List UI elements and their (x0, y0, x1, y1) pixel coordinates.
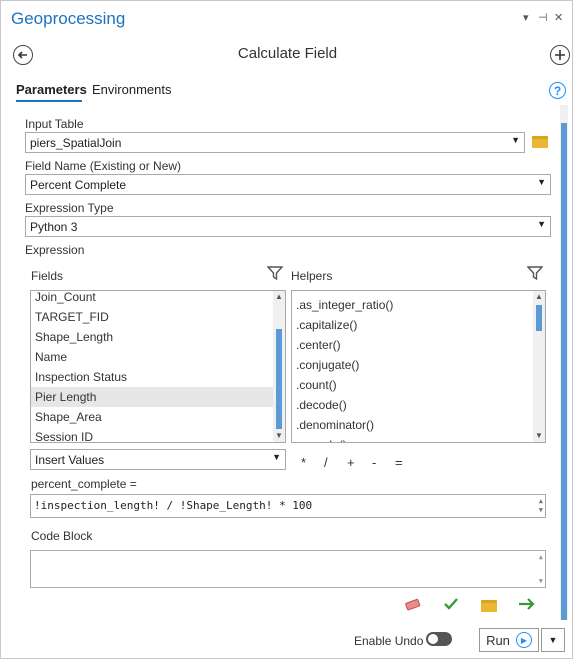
helpers-filter-icon[interactable] (526, 265, 544, 284)
field-item[interactable]: Session ID (31, 427, 273, 442)
operator-divide-button[interactable]: / (324, 455, 328, 470)
run-label: Run (486, 632, 510, 648)
input-table-combo[interactable]: piers_SpatialJoin ▼ (25, 132, 525, 153)
expression-label: Expression (25, 243, 85, 257)
toggle-knob (428, 634, 438, 644)
code-block-scroll-arrows[interactable]: ▲ ▼ (539, 553, 543, 585)
field-item[interactable]: Shape_Length (31, 327, 273, 347)
pane-title: Geoprocessing (11, 9, 126, 28)
field-item[interactable]: Inspection Status (31, 367, 273, 387)
helpers-label: Helpers (291, 269, 333, 283)
expression-scroll-arrows[interactable]: ▲ ▼ (539, 497, 543, 515)
tab-parameters[interactable]: Parameters (16, 82, 87, 97)
operator-subtract-button[interactable]: - (372, 455, 376, 470)
verify-check-icon[interactable] (443, 597, 459, 614)
expression-type-label: Expression Type (25, 201, 114, 215)
active-tab-underline (16, 100, 82, 102)
tab-environments[interactable]: Environments (92, 82, 171, 97)
operator-equals-button[interactable]: = (395, 455, 403, 470)
fields-filter-icon[interactable] (266, 265, 284, 284)
field-item[interactable]: Join_Count (31, 291, 273, 307)
field-name-value: Percent Complete (30, 178, 127, 192)
expression-type-value: Python 3 (30, 220, 78, 234)
helper-item[interactable]: .denominator() (292, 415, 533, 435)
field-item[interactable]: Shape_Area (31, 407, 273, 427)
chevron-down-icon: ▼ (537, 177, 546, 187)
scroll-down-icon[interactable]: ▼ (533, 430, 545, 442)
load-expression-folder-icon[interactable] (481, 600, 497, 612)
run-options-chevron-down-icon[interactable]: ▼ (541, 628, 565, 652)
add-circle-icon[interactable] (550, 45, 570, 65)
expression-input[interactable]: !inspection_length! / !Shape_Length! * 1… (30, 494, 546, 518)
eraser-icon[interactable] (404, 596, 422, 615)
enable-undo-label: Enable Undo (354, 634, 424, 648)
helper-item[interactable]: .as_integer_ratio() (292, 295, 533, 315)
field-item-selected[interactable]: Pier Length (31, 387, 273, 407)
pane-scroll-thumb[interactable] (561, 123, 567, 620)
field-name-label: Field Name (Existing or New) (25, 159, 182, 173)
helper-item[interactable]: .conjugate() (292, 355, 533, 375)
scroll-down-icon[interactable]: ▼ (273, 430, 285, 442)
helpers-list[interactable]: .as_integer_ratio() .capitalize() .cente… (291, 290, 546, 443)
close-pane-icon[interactable]: ✕ (554, 11, 563, 24)
helper-item[interactable]: .capitalize() (292, 315, 533, 335)
field-item[interactable]: TARGET_FID (31, 307, 273, 327)
operator-multiply-button[interactable]: * (301, 455, 306, 470)
chevron-down-icon: ▼ (511, 135, 520, 145)
expression-type-combo[interactable]: Python 3 ▼ (25, 216, 551, 237)
browse-folder-icon[interactable] (532, 136, 548, 148)
tool-title: Calculate Field (237, 45, 338, 62)
pane-options-icon[interactable]: ▾ (523, 11, 529, 24)
enable-undo-toggle[interactable] (426, 632, 452, 646)
expression-code: !inspection_length! / !Shape_Length! * 1… (34, 499, 313, 512)
geoprocessing-pane: Geoprocessing ▾ ⊣ ✕ Calculate Field Para… (0, 0, 573, 659)
chevron-down-icon: ▼ (537, 219, 546, 229)
auto-hide-icon[interactable]: ⊣ (538, 11, 548, 24)
fields-scroll-thumb[interactable] (276, 329, 282, 429)
helpers-scrollbar[interactable]: ▲ ▼ (533, 291, 545, 442)
pane-scrollbar[interactable] (560, 105, 568, 620)
chevron-down-icon: ▼ (272, 452, 281, 462)
fields-label: Fields (31, 269, 64, 283)
input-table-value: piers_SpatialJoin (30, 136, 122, 150)
helper-item[interactable]: .count() (292, 375, 533, 395)
insert-values-dropdown[interactable]: Insert Values ▼ (30, 449, 286, 470)
input-table-label: Input Table (25, 117, 84, 131)
insert-values-label: Insert Values (35, 453, 105, 467)
field-name-combo[interactable]: Percent Complete ▼ (25, 174, 551, 195)
helper-item[interactable]: .encode() (292, 435, 533, 442)
field-item[interactable]: Name (31, 347, 273, 367)
helpers-scroll-thumb[interactable] (536, 305, 542, 331)
scroll-up-icon[interactable]: ▲ (533, 291, 545, 303)
fields-scrollbar[interactable]: ▲ ▼ (273, 291, 285, 442)
helper-item[interactable]: .decode() (292, 395, 533, 415)
code-block-input[interactable]: ▲ ▼ (30, 550, 546, 588)
save-expression-arrow-icon[interactable] (518, 597, 536, 614)
expression-target-label: percent_complete = (31, 477, 137, 491)
code-block-label: Code Block (31, 529, 93, 543)
fields-list[interactable]: Join_Count TARGET_FID Shape_Length Name … (30, 290, 286, 443)
scroll-up-icon[interactable]: ▲ (273, 291, 285, 303)
run-play-icon: ▶ (515, 632, 532, 648)
operator-add-button[interactable]: + (347, 455, 355, 470)
run-button[interactable]: Run ▶ (479, 628, 539, 652)
help-icon[interactable]: ? (549, 82, 566, 99)
helper-item[interactable]: .center() (292, 335, 533, 355)
